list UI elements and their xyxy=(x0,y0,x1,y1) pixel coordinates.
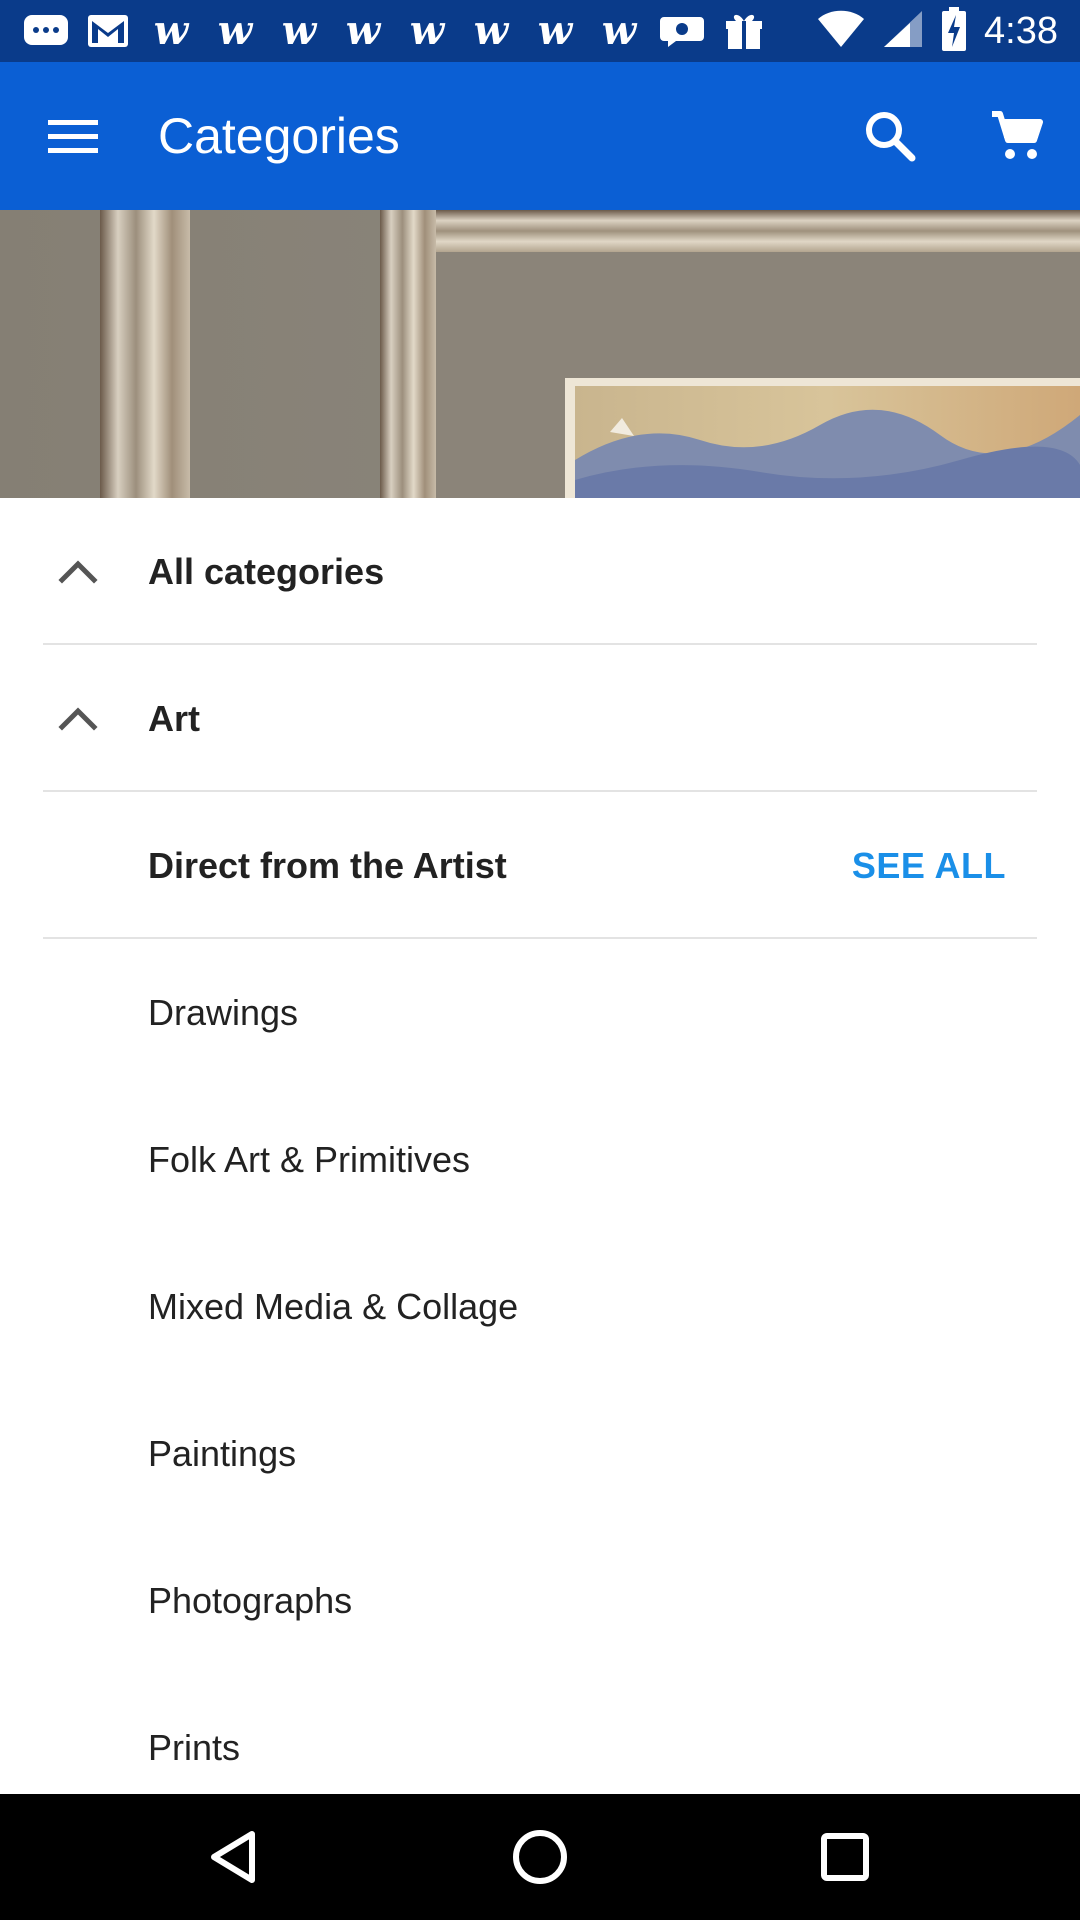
back-triangle-icon[interactable] xyxy=(200,1822,270,1892)
see-all-link[interactable]: SEE ALL xyxy=(852,792,1006,939)
list-item-label: All categories xyxy=(148,551,385,592)
list-item-label: Mixed Media & Collage xyxy=(148,1286,519,1327)
w-app-icon: w xyxy=(473,7,509,54)
search-icon[interactable] xyxy=(850,96,930,176)
hero-image xyxy=(0,210,1080,498)
hamburger-menu-icon[interactable] xyxy=(33,96,113,176)
list-item-art[interactable]: Art xyxy=(0,645,1080,792)
list-item-label: Art xyxy=(148,698,200,739)
clock: 4:38 xyxy=(984,9,1058,52)
list-item-direct-from-artist[interactable]: Direct from the Artist SEE ALL xyxy=(0,792,1080,939)
list-item[interactable]: Mixed Media & Collage xyxy=(0,1233,1080,1380)
chat-icon xyxy=(22,11,70,51)
page-title: Categories xyxy=(158,108,400,164)
list-item-all-categories[interactable]: All categories xyxy=(0,498,1080,645)
w-app-icon: w xyxy=(537,7,573,54)
list-item[interactable]: Drawings xyxy=(0,939,1080,1086)
chevron-up-icon xyxy=(52,546,104,598)
category-list: All categories Art Direct from the Artis… xyxy=(0,498,1080,1821)
list-item-label: Drawings xyxy=(148,992,299,1033)
gmail-icon xyxy=(84,11,132,51)
w-app-icon: w xyxy=(217,7,253,54)
chevron-up-icon xyxy=(52,693,104,745)
recents-square-icon[interactable] xyxy=(810,1822,880,1892)
list-item[interactable]: Photographs xyxy=(0,1527,1080,1674)
w-app-icon: w xyxy=(345,7,381,54)
app-bar: Categories xyxy=(0,62,1080,210)
w-app-icon: w xyxy=(281,7,317,54)
list-item[interactable]: Folk Art & Primitives xyxy=(0,1086,1080,1233)
list-item-label: Direct from the Artist xyxy=(148,845,507,886)
status-bar: w w w w w w w w 4:38 xyxy=(0,0,1080,62)
signal-icon xyxy=(882,9,924,54)
w-app-icon: w xyxy=(409,7,445,54)
w-app-icon: w xyxy=(153,7,189,54)
battery-charging-icon xyxy=(940,6,968,56)
list-item-label: Folk Art & Primitives xyxy=(148,1139,471,1180)
message-bubble-icon xyxy=(658,11,706,51)
navigation-bar xyxy=(0,1794,1080,1920)
list-item[interactable]: Paintings xyxy=(0,1380,1080,1527)
list-item-label: Paintings xyxy=(148,1433,297,1474)
gift-box-icon xyxy=(720,11,768,51)
wifi-icon xyxy=(816,9,866,54)
home-circle-icon[interactable] xyxy=(505,1822,575,1892)
list-item-label: Photographs xyxy=(148,1580,353,1621)
w-app-icon: w xyxy=(601,7,637,54)
shopping-cart-icon[interactable] xyxy=(977,96,1057,176)
